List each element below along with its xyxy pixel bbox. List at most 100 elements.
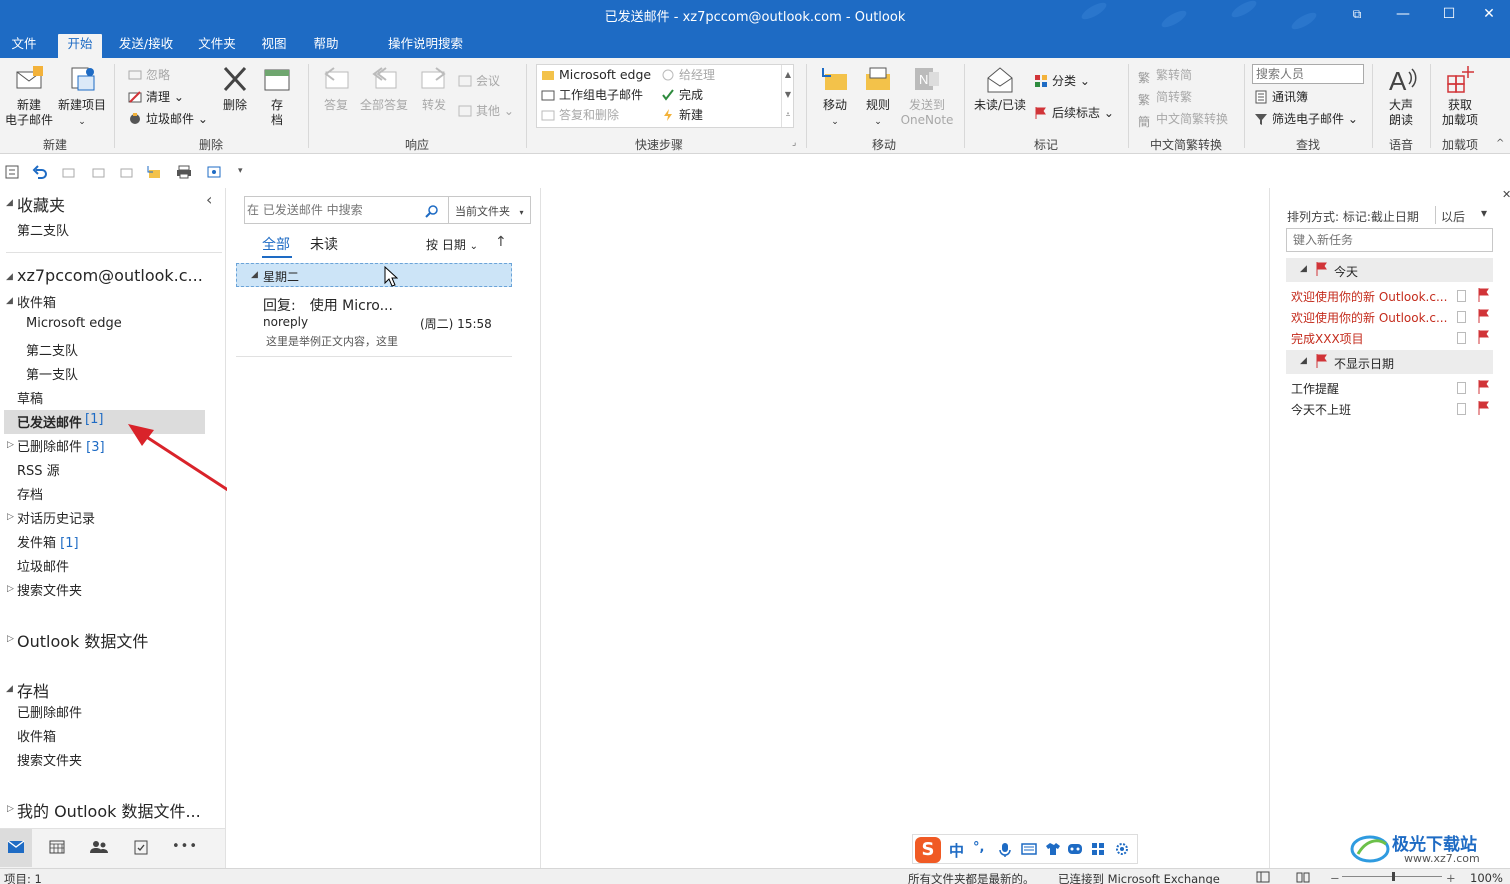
calendar-icon[interactable] [49,840,65,854]
new-task-input[interactable] [1286,228,1493,252]
folder-inbox[interactable]: 收件箱 [17,292,56,311]
move-button[interactable]: 移动 ⌄ [814,64,856,130]
message-row[interactable]: 回复: 使用 Micro... noreply (周二) 15:58 这里是举例… [236,289,512,357]
tab-help[interactable]: 帮助 [306,34,346,58]
emoji-icon[interactable] [1067,842,1083,856]
clean-up-button[interactable]: 清理 ⌄ [128,88,184,106]
forward-button[interactable]: 转发 [414,64,454,113]
quick-step-to-manager[interactable]: 给经理 [661,66,715,84]
settings-gear-icon[interactable] [1115,842,1129,856]
expand-triangle-icon[interactable]: ▷ [7,440,14,450]
search-people-input[interactable] [1252,64,1364,84]
tab-view[interactable]: 视图 [254,34,294,58]
quick-step-reply-delete[interactable]: 答复和删除 [541,106,619,124]
new-email-button[interactable]: 新建 电子邮件 [4,64,54,128]
expand-triangle-icon[interactable]: ▷ [7,804,14,814]
touch-mode-icon[interactable] [206,164,222,180]
task-item[interactable]: 工作提醒 [1291,380,1339,397]
expand-triangle-icon[interactable]: ▷ [7,512,14,522]
flag-icon[interactable] [1478,401,1490,415]
flag-icon[interactable] [1478,309,1490,323]
more-respond-button[interactable]: 其他 ⌄ [458,102,514,120]
flag-icon[interactable] [1478,380,1490,394]
chinese-convert-button[interactable]: 簡中文简繁转换 [1138,110,1228,129]
filter-all-tab[interactable]: 全部 [262,234,290,254]
sort-by-date-button[interactable]: 按 日期 ⌄ [426,236,478,253]
favorites-header[interactable]: 收藏夹 [17,192,65,216]
delete-button[interactable]: 删除 [214,64,256,113]
sort-order-toggle[interactable]: 以后 [1441,208,1465,225]
close-todo-bar-icon[interactable]: ✕ [1502,188,1510,201]
more-modules-icon[interactable]: ••• [172,839,198,854]
folder-archive[interactable]: 存档 [17,484,43,503]
folder-drafts[interactable]: 草稿 [17,388,43,407]
send-receive-all-icon[interactable] [4,164,20,180]
tell-me-search[interactable]: 操作说明搜索 [388,34,468,58]
print-icon[interactable] [176,164,192,180]
task-item[interactable]: 今天不上班 [1291,401,1351,418]
tab-file[interactable]: 文件 [4,34,44,58]
quick-step-team-email[interactable]: 工作组电子邮件 [541,86,643,104]
filter-email-button[interactable]: 筛选电子邮件 ⌄ [1254,110,1358,128]
ime-punctuation-toggle[interactable]: °, [973,840,984,855]
task-checkbox[interactable] [1457,403,1466,415]
sogou-logo-icon[interactable]: S [915,837,941,863]
archive-header[interactable]: 存档 [17,678,49,702]
group-no-date[interactable]: ◢ 不显示日期 [1286,350,1493,374]
flag-icon[interactable] [1478,330,1490,344]
ribbon-display-options-button[interactable]: ⧉ [1334,0,1380,30]
minimize-button[interactable]: — [1380,0,1426,30]
arrange-dropdown-icon[interactable]: ▾ [1481,206,1487,220]
sort-direction-arrow-icon[interactable]: ↑ [495,234,507,250]
group-header-tuesday[interactable]: ◢ 星期二 [236,263,512,287]
tab-home[interactable]: 开始 [58,34,102,58]
folder-inbox-sub[interactable]: 第二支队 [26,340,78,359]
reply-all-small-icon[interactable] [90,164,106,180]
normal-view-icon[interactable] [1256,871,1270,883]
quick-step-create-new[interactable]: 新建 [661,106,703,124]
undo-icon[interactable] [32,164,48,180]
minimize-folder-pane-icon[interactable]: ‹ [206,190,212,209]
tab-send-receive[interactable]: 发送/接收 [112,34,180,58]
task-checkbox[interactable] [1457,311,1466,323]
task-item[interactable]: 欢迎使用你的新 Outlook.c... [1291,288,1447,305]
people-icon[interactable] [90,840,108,854]
archive-button[interactable]: 存档 [258,64,296,128]
expand-triangle-icon[interactable]: ▷ [7,634,14,644]
simp-to-trad-button[interactable]: 繁简转繁 [1138,88,1192,107]
customize-qat-icon[interactable]: ▾ [238,166,243,176]
tab-folder[interactable]: 文件夹 [192,34,242,58]
trad-to-simp-button[interactable]: 繁繁转简 [1138,66,1192,85]
data-file-header[interactable]: Outlook 数据文件 [17,628,148,652]
task-item[interactable]: 欢迎使用你的新 Outlook.c... [1291,309,1447,326]
my-data-file-header[interactable]: 我的 Outlook 数据文件... [17,798,201,822]
search-scope-dropdown[interactable]: 当前文件夹 ▾ [455,203,524,219]
ime-language-toggle[interactable]: 中 [949,840,964,861]
task-item[interactable]: 完成XXX项目 [1291,330,1364,347]
categorize-button[interactable]: 分类 ⌄ [1034,72,1090,90]
archive-folder-item[interactable]: 已删除邮件 [17,702,82,721]
flag-icon[interactable] [1478,288,1490,302]
reading-view-icon[interactable] [1296,871,1310,883]
toolbox-grid-icon[interactable] [1091,842,1105,856]
reply-all-button[interactable]: 全部答复 [356,64,412,113]
follow-up-button[interactable]: 后续标志 ⌄ [1034,104,1114,122]
read-aloud-button[interactable]: A 大声 朗读 [1378,64,1424,128]
address-book-button[interactable]: 通讯簿 [1254,88,1308,106]
collapse-triangle-icon[interactable]: ◢ [6,684,13,694]
folder-deleted[interactable]: 已删除邮件 [3] [17,436,105,455]
search-icon[interactable] [425,204,439,218]
archive-folder-item[interactable]: 搜索文件夹 [17,750,82,769]
meeting-button[interactable]: 会议 [458,72,500,90]
zoom-in-button[interactable]: + [1446,871,1456,884]
folder-outbox[interactable]: 发件箱 [1] [17,532,79,551]
task-checkbox[interactable] [1457,382,1466,394]
ignore-button[interactable]: 忽略 [128,66,170,84]
skin-shirt-icon[interactable] [1045,842,1061,856]
task-checkbox[interactable] [1457,290,1466,302]
folder-inbox-sub[interactable]: Microsoft edge [26,316,122,331]
close-button[interactable]: ✕ [1466,0,1510,30]
quick-step-microsoft-edge[interactable]: Microsoft edge [541,66,651,84]
favorite-folder-item[interactable]: 第二支队 [17,220,69,239]
forward-small-icon[interactable] [118,164,134,180]
